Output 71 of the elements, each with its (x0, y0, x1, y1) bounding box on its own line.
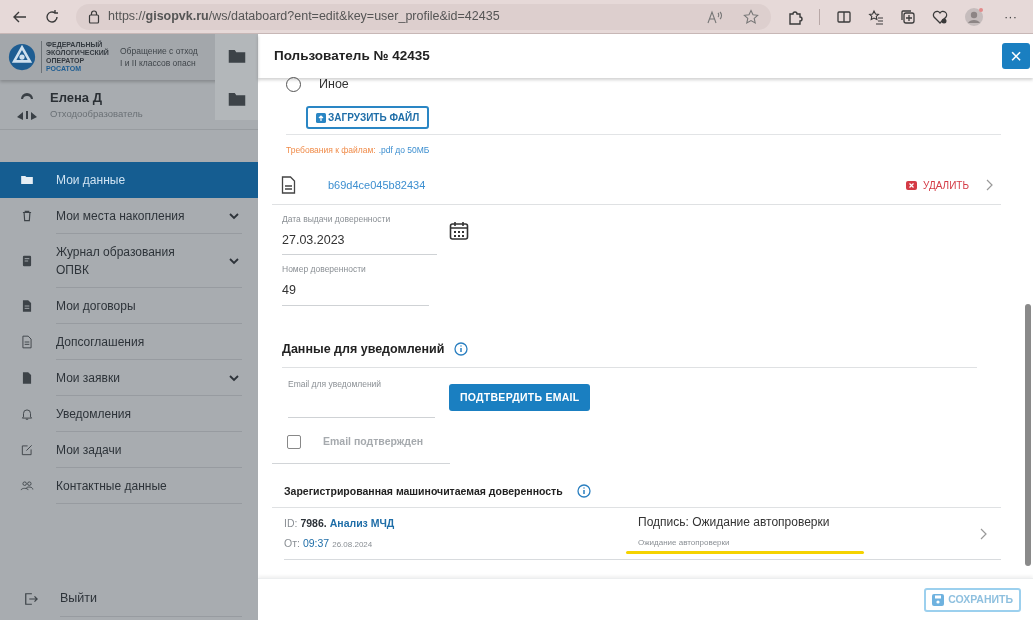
logout-icon (24, 592, 38, 606)
sidebar-item[interactable]: Мои заявки (0, 360, 258, 396)
confirm-email-button[interactable]: ПОДТВЕРДИТЬ EMAIL (449, 384, 591, 411)
upload-icon (316, 112, 326, 123)
file-icon (20, 370, 34, 386)
document-title: Анализ МЧД (329, 516, 395, 531)
date-value: 26.08.2024 (332, 538, 373, 551)
calendar-icon[interactable] (449, 221, 469, 242)
user-name: Елена Д (50, 88, 103, 107)
sidebar-item[interactable]: Допсоглашения (0, 324, 258, 360)
puzzle-icon[interactable] (787, 8, 803, 25)
sidebar-item[interactable]: Уведомления (0, 396, 258, 432)
favorites-icon[interactable] (868, 8, 884, 25)
time-value: 09:37 (302, 535, 330, 551)
heart-icon[interactable] (932, 8, 948, 25)
split-screen-icon[interactable] (836, 8, 852, 25)
document-icon (281, 176, 296, 195)
address-bar[interactable]: https://gisopvk.ru/ws/databoard?ent=edit&key=user_profile&id=42435 (76, 3, 771, 30)
header-text: Обращение с отход (120, 45, 199, 57)
bell-icon (20, 406, 34, 422)
info-icon[interactable] (454, 342, 469, 357)
chevron-right-icon[interactable] (979, 527, 987, 540)
modal-title: Пользователь № 42435 (274, 46, 430, 65)
sidebar-item[interactable]: Журнал образования ОПВК (0, 234, 258, 288)
sidebar-item[interactable]: Контактные данные (0, 468, 258, 504)
radio-label: Иное (319, 75, 349, 93)
sidebar-item[interactable]: Мои места накопления (0, 198, 258, 234)
folder-icon[interactable] (227, 47, 246, 64)
email-field[interactable]: Email для уведомлений (288, 377, 435, 418)
folder-icon[interactable] (227, 90, 246, 107)
document-icon (20, 253, 34, 269)
chevron-right-icon[interactable] (985, 179, 993, 192)
edit-icon (20, 442, 34, 458)
sidebar-item[interactable]: Мои данные (0, 162, 258, 198)
close-button[interactable]: × (1002, 43, 1030, 69)
sidebar-item[interactable]: Мои задачи (0, 432, 258, 468)
substatus-text: Ожидание автопроверки (637, 537, 731, 550)
id-label: ID: (284, 516, 298, 531)
input-field[interactable]: Дата выдачи доверенности 27.03.2023 (282, 212, 437, 256)
document-icon (20, 298, 34, 314)
atom-logo-icon (8, 43, 36, 71)
from-label: От: (284, 535, 300, 551)
url-text: https://gisopvk.ru/ws/databoard?ent=edit&key=user_profile&id=42435 (108, 8, 501, 26)
star-icon[interactable] (743, 8, 759, 25)
trash-icon (20, 208, 34, 224)
file-link[interactable]: b69d4ce045b82434 (328, 177, 426, 194)
sidebar-item[interactable]: Мои договоры (0, 288, 258, 324)
checkbox[interactable] (287, 435, 301, 449)
requirements-value: .pdf до 50МБ (378, 144, 430, 157)
header-text: I и II классов опасн (120, 57, 197, 69)
collections-icon[interactable] (900, 8, 916, 25)
lock-icon (88, 9, 100, 24)
id-value: 7986. (300, 516, 327, 531)
delete-button[interactable]: УДАЛИТЬ (906, 177, 969, 193)
user-role: Отходообразователь (50, 107, 143, 122)
info-icon[interactable] (576, 484, 591, 499)
input-field[interactable]: Номер доверенности 49 (282, 263, 429, 306)
requirements-label: Требования к файлам: (286, 144, 376, 157)
poa-row[interactable]: ID: 7986. Анализ МЧД От: 09:37 26.08.2024 Подпись: Ожидание автопроверки Ожидание автопроверки (284, 508, 1001, 561)
more-menu-button[interactable]: ··· (1000, 6, 1021, 27)
upload-file-button[interactable]: ЗАГРУЗИТЬ ФАЙЛ (306, 106, 430, 129)
read-aloud-icon[interactable] (707, 9, 723, 24)
section-title: Зарегистрированная машиночитаемая доверенность (284, 483, 563, 499)
section-title: Данные для уведомлений (282, 340, 445, 358)
logout-item[interactable]: Выйти (0, 581, 258, 617)
close-badge-icon (906, 180, 917, 190)
profile-avatar-icon[interactable] (964, 6, 984, 27)
status-text: Подпись: Ожидание автопроверки (637, 514, 831, 532)
document-icon (20, 334, 34, 350)
reload-icon[interactable] (44, 8, 60, 25)
checkbox-label: Email подтвержден (323, 434, 424, 450)
